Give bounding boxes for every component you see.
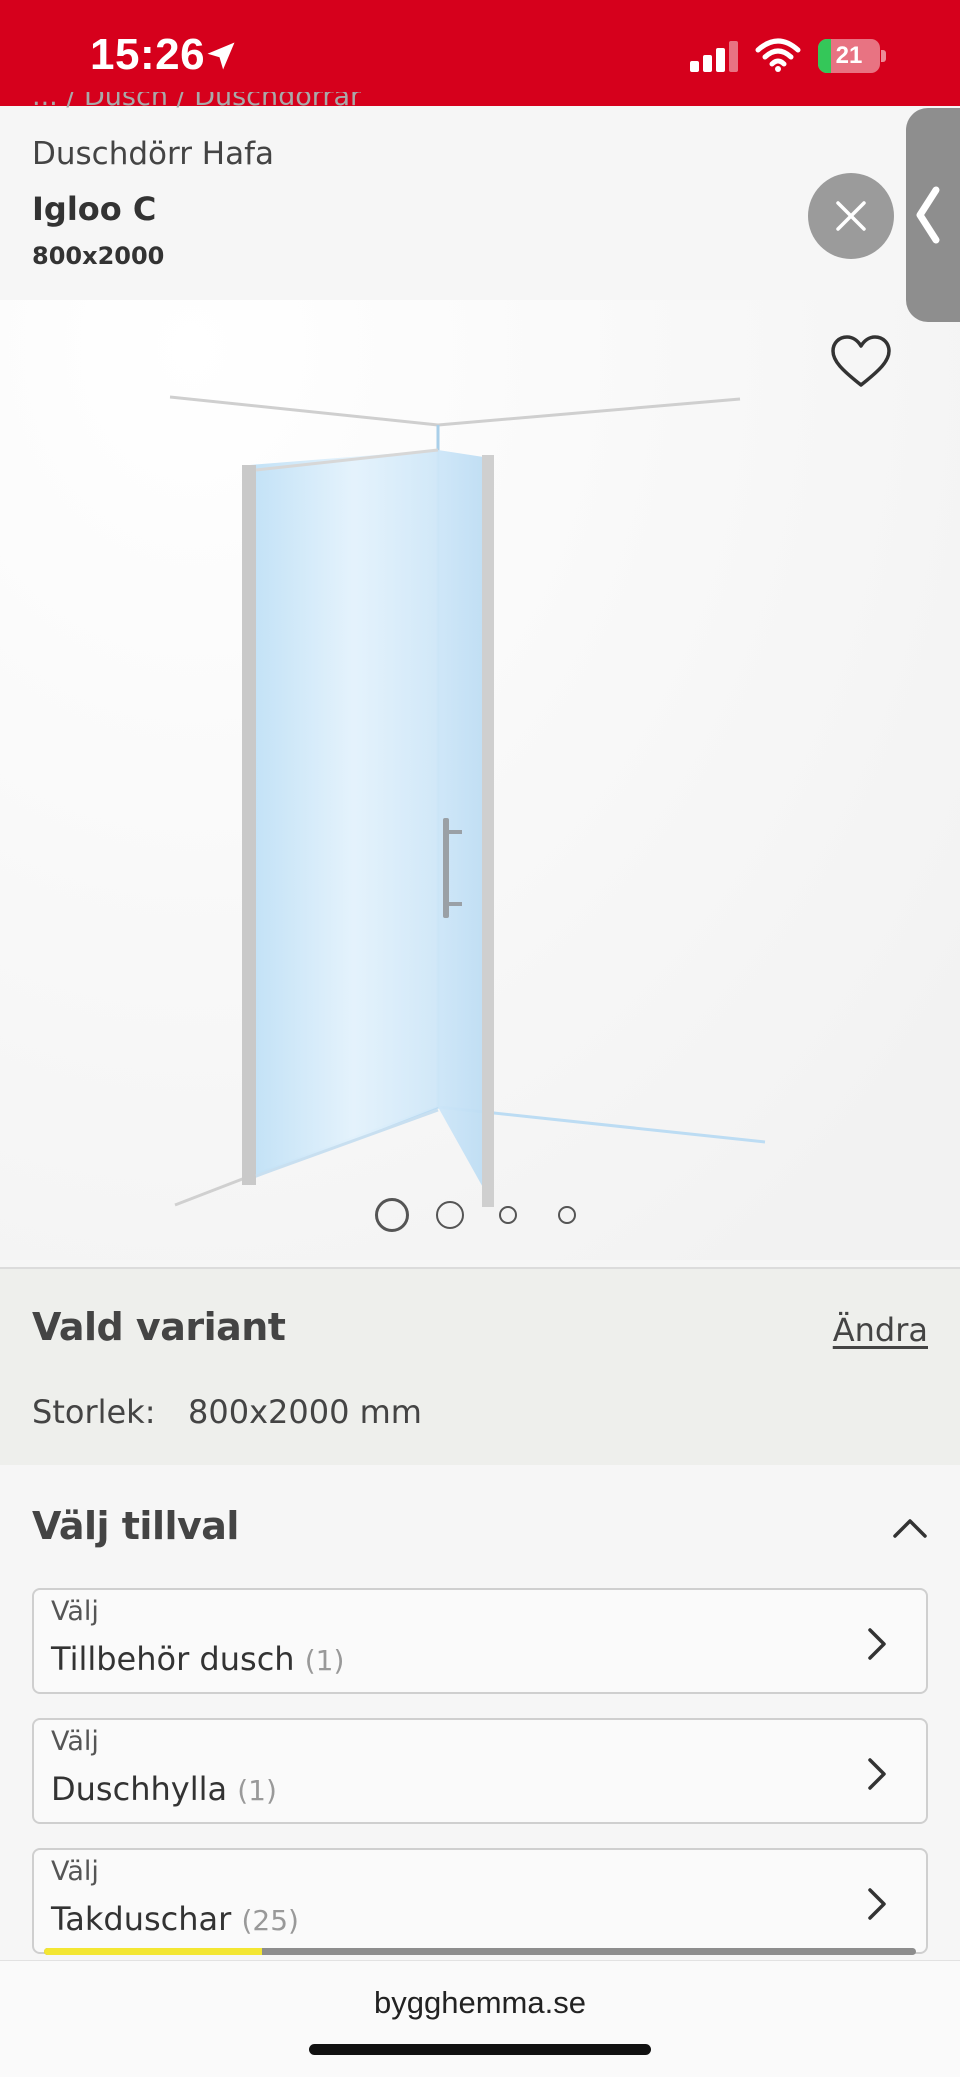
carousel-dots[interactable]: [0, 1196, 960, 1236]
option-name: Tillbehör dusch (1): [51, 1640, 345, 1678]
chevron-left-icon: [916, 186, 940, 244]
carousel-dot-2[interactable]: [436, 1201, 464, 1229]
option-takduschar[interactable]: Välj Takduschar (25): [32, 1848, 928, 1954]
variant-title: Vald variant: [32, 1305, 286, 1349]
browser-url-bar[interactable]: bygghemma.se: [0, 1960, 960, 2077]
home-indicator[interactable]: [309, 2044, 651, 2055]
product-brand: Duschdörr Hafa: [32, 136, 275, 172]
chevron-right-icon: [868, 1888, 886, 1920]
carousel-dot-4[interactable]: [558, 1206, 576, 1224]
shower-door-illustration: [0, 120, 960, 1260]
product-image-gallery[interactable]: [0, 120, 960, 1260]
status-bar: 15:26 21: [0, 0, 960, 106]
option-count: (25): [241, 1904, 299, 1937]
option-label: Välj: [51, 1596, 99, 1627]
page-load-progress-fill: [44, 1948, 262, 1955]
status-time: 15:26: [90, 30, 206, 79]
chevron-right-icon: [868, 1758, 886, 1790]
selected-variant-section: Vald variant Ändra Storlek: 800x2000 mm: [0, 1267, 960, 1465]
size-label: Storlek:: [32, 1393, 156, 1431]
option-tillbehor-dusch[interactable]: Välj Tillbehör dusch (1): [32, 1588, 928, 1694]
chevron-right-icon: [868, 1628, 886, 1660]
option-label: Välj: [51, 1726, 99, 1757]
option-name: Duschhylla (1): [51, 1770, 277, 1808]
options-title: Välj tillval: [32, 1504, 239, 1548]
option-duschhylla[interactable]: Välj Duschhylla (1): [32, 1718, 928, 1824]
change-variant-link[interactable]: Ändra: [833, 1311, 928, 1349]
option-count: (1): [304, 1644, 345, 1677]
wifi-icon: [755, 38, 801, 72]
size-value: 800x2000 mm: [188, 1393, 422, 1431]
side-drawer-tab[interactable]: [906, 108, 960, 322]
cellular-signal-icon: [690, 40, 738, 72]
product-name: Igloo C: [32, 190, 157, 228]
chevron-up-icon[interactable]: [890, 1512, 930, 1542]
page-load-progress: [44, 1948, 916, 1955]
option-label: Välj: [51, 1856, 99, 1887]
close-button[interactable]: [808, 173, 894, 259]
carousel-dot-3[interactable]: [499, 1206, 517, 1224]
breadcrumb[interactable]: ... / Dusch / Duschdörrar: [32, 92, 361, 118]
battery-icon: 21: [818, 39, 886, 73]
product-size: 800x2000: [32, 242, 165, 270]
favorite-heart-icon[interactable]: [830, 334, 892, 390]
option-count: (1): [237, 1774, 277, 1807]
close-icon: [836, 201, 866, 231]
option-name: Takduschar (25): [51, 1900, 299, 1938]
location-arrow-icon: [207, 42, 235, 70]
battery-percentage: 21: [835, 42, 863, 69]
url-text[interactable]: bygghemma.se: [0, 1985, 960, 2021]
carousel-dot-1[interactable]: [375, 1198, 409, 1232]
